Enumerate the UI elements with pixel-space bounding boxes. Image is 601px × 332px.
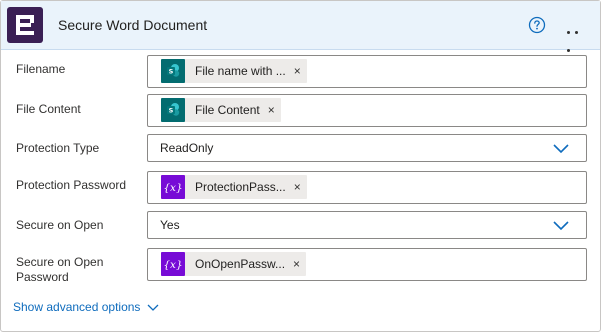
action-card: Secure Word Document Filename S File nam…: [0, 0, 601, 332]
token-label: File name with ...: [195, 64, 286, 78]
secure-on-open-dropdown[interactable]: Yes: [147, 211, 587, 239]
remove-token-icon[interactable]: ×: [294, 65, 307, 77]
sharepoint-icon: S: [161, 98, 185, 122]
encodian-icon: [7, 7, 43, 43]
advanced-options-label: Show advanced options: [13, 300, 141, 314]
protection-type-value: ReadOnly: [160, 141, 214, 155]
remove-token-icon[interactable]: ×: [294, 181, 307, 193]
protection-password-token[interactable]: {x} ProtectionPass... ×: [161, 175, 307, 199]
token-label: OnOpenPassw...: [195, 257, 286, 271]
card-title: Secure Word Document: [58, 17, 208, 33]
chevron-down-icon[interactable]: [553, 218, 569, 232]
protection-password-label: Protection Password: [16, 178, 127, 192]
filename-field[interactable]: S File name with ... ×: [147, 55, 587, 88]
label-line-1: Secure on Open: [16, 255, 104, 269]
secure-on-open-password-token[interactable]: {x} OnOpenPassw... ×: [161, 252, 307, 276]
secure-on-open-password-field[interactable]: {x} OnOpenPassw... ×: [147, 248, 587, 281]
sharepoint-icon: S: [161, 59, 185, 83]
more-ellipsis-icon[interactable]: [567, 21, 589, 52]
file-content-field[interactable]: S File Content ×: [147, 94, 587, 127]
token-label: File Content: [195, 103, 260, 117]
svg-text:S: S: [169, 67, 174, 75]
file-content-label: File Content: [16, 102, 81, 116]
protection-password-field[interactable]: {x} ProtectionPass... ×: [147, 171, 587, 204]
protection-type-label: Protection Type: [16, 141, 100, 155]
secure-on-open-password-label: Secure on Open Password: [16, 255, 103, 285]
secure-on-open-label: Secure on Open: [16, 218, 104, 232]
remove-token-icon[interactable]: ×: [268, 104, 281, 116]
filename-label: Filename: [16, 62, 66, 76]
token-label: ProtectionPass...: [195, 180, 286, 194]
remove-token-icon[interactable]: ×: [293, 258, 306, 270]
svg-text:{x}: {x}: [163, 182, 182, 194]
svg-text:S: S: [169, 106, 174, 114]
show-advanced-options-link[interactable]: Show advanced options: [13, 300, 159, 314]
svg-text:{x}: {x}: [163, 259, 182, 271]
variable-icon: {x}: [161, 252, 185, 276]
chevron-down-icon: [147, 304, 159, 311]
card-header[interactable]: Secure Word Document: [1, 1, 600, 52]
filename-token[interactable]: S File name with ... ×: [161, 59, 307, 83]
variable-icon: {x}: [161, 175, 185, 199]
secure-on-open-value: Yes: [160, 218, 180, 232]
label-line-2: Password: [16, 270, 69, 284]
chevron-down-icon[interactable]: [553, 141, 569, 155]
file-content-token[interactable]: S File Content ×: [161, 98, 281, 122]
help-circle-icon[interactable]: [528, 16, 546, 34]
protection-type-dropdown[interactable]: ReadOnly: [147, 134, 587, 162]
